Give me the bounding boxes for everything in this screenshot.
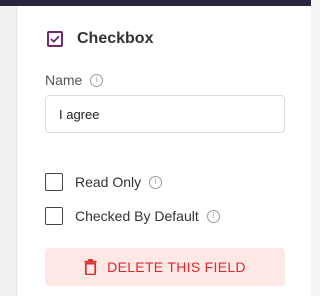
field-type-header: Checkbox [47, 28, 153, 50]
read-only-checkbox[interactable] [45, 173, 63, 191]
checked-by-default-checkbox[interactable] [45, 207, 63, 225]
checked-by-default-label: Checked By Default [75, 208, 199, 224]
field-type-title: Checkbox [77, 30, 154, 47]
read-only-option[interactable]: Read Only i [45, 173, 163, 191]
info-icon[interactable]: i [206, 209, 220, 223]
name-input[interactable] [45, 95, 285, 133]
left-panel-edge [0, 6, 17, 296]
read-only-label: Read Only [75, 174, 142, 190]
trash-icon [84, 259, 97, 275]
field-settings-panel: Checkbox Name i Read Only i Checked By D… [17, 6, 311, 296]
info-icon[interactable]: i [90, 73, 104, 87]
delete-field-label: DELETE THIS FIELD [107, 259, 246, 275]
name-label-row: Name i [45, 72, 104, 88]
checked-by-default-option[interactable]: Checked By Default i [45, 207, 220, 225]
name-label: Name [45, 72, 83, 88]
info-icon[interactable]: i [149, 175, 163, 189]
delete-field-button[interactable]: DELETE THIS FIELD [45, 248, 285, 286]
checkbox-checked-icon [47, 31, 63, 47]
